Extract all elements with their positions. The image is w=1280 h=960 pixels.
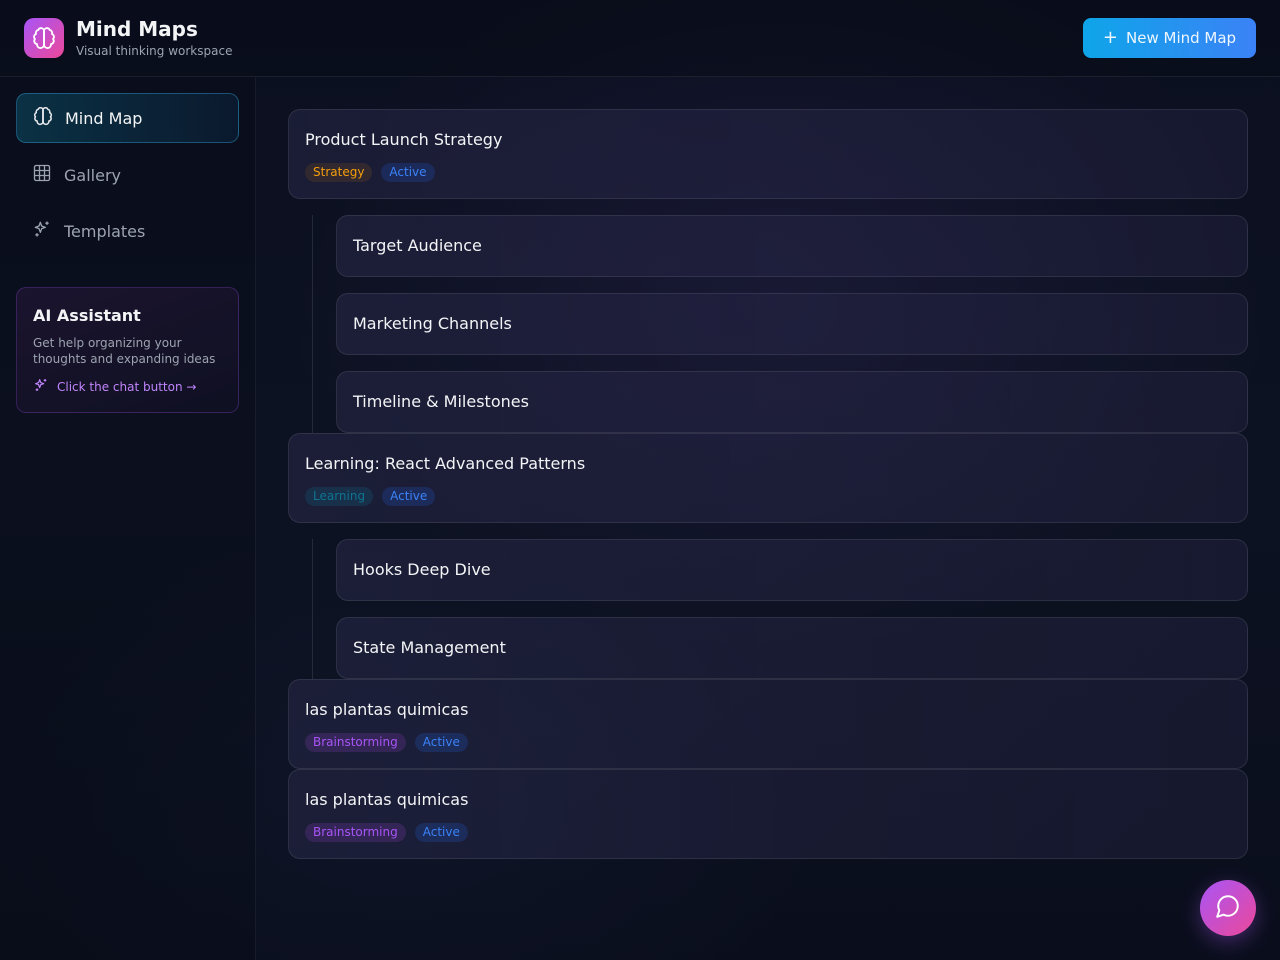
mind-map-card[interactable]: Learning: React Advanced Patterns Learni… bbox=[288, 433, 1248, 523]
sparkles-icon bbox=[33, 377, 49, 396]
node-title: Marketing Channels bbox=[353, 314, 512, 333]
mind-map-node-card[interactable]: Marketing Channels bbox=[336, 293, 1248, 355]
mind-map-title: las plantas quimicas bbox=[305, 790, 469, 809]
sidebar-item-label: Gallery bbox=[64, 165, 121, 185]
mind-map-card[interactable]: las plantas quimicas Brainstorming Activ… bbox=[288, 679, 1248, 769]
status-badge: Active bbox=[382, 487, 436, 506]
sidebar-item-label: Templates bbox=[64, 221, 146, 241]
mind-map-node-card[interactable]: Timeline & Milestones bbox=[336, 371, 1248, 433]
tag-list: Brainstorming Active bbox=[305, 823, 468, 842]
mind-map-title: Product Launch Strategy bbox=[305, 130, 503, 149]
new-mind-map-button[interactable]: + New Mind Map bbox=[1083, 18, 1256, 58]
category-tag: Learning bbox=[305, 487, 374, 506]
sidebar-item-templates[interactable]: Templates bbox=[16, 206, 239, 256]
status-badge: Active bbox=[414, 823, 468, 842]
mind-map-card[interactable]: Product Launch Strategy Strategy Active bbox=[288, 109, 1248, 199]
sidebar: Mind Map Gallery Templates AI Assistant … bbox=[0, 77, 256, 960]
ai-assistant-card: AI Assistant Get help organizing your th… bbox=[16, 287, 239, 413]
ai-assistant-title: AI Assistant bbox=[33, 306, 141, 325]
mind-map-node-card[interactable]: Hooks Deep Dive bbox=[336, 539, 1248, 601]
sidebar-item-mind-map[interactable]: Mind Map bbox=[16, 93, 239, 143]
mind-map-title: Learning: React Advanced Patterns bbox=[305, 454, 586, 473]
mind-map-title: las plantas quimicas bbox=[305, 700, 469, 719]
sidebar-item-gallery[interactable]: Gallery bbox=[16, 150, 239, 200]
category-tag: Strategy bbox=[305, 163, 373, 182]
category-tag: Brainstorming bbox=[305, 823, 406, 842]
node-title: Timeline & Milestones bbox=[353, 392, 529, 411]
chat-button[interactable] bbox=[1200, 880, 1256, 936]
node-title: State Management bbox=[353, 638, 506, 657]
ai-assistant-link: Click the chat button → bbox=[33, 377, 222, 396]
tag-list: Brainstorming Active bbox=[305, 733, 468, 752]
brain-logo-icon bbox=[24, 18, 64, 58]
ai-assistant-link-label: Click the chat button → bbox=[57, 379, 197, 394]
tag-list: Learning Active bbox=[305, 487, 436, 506]
tag-list: Strategy Active bbox=[305, 163, 435, 182]
ai-assistant-description: Get help organizing your thoughts and ex… bbox=[33, 336, 216, 366]
mind-map-card[interactable]: las plantas quimicas Brainstorming Activ… bbox=[288, 769, 1248, 859]
app-header: Mind Maps Visual thinking workspace + Ne… bbox=[0, 0, 1280, 77]
chat-bubble-icon bbox=[1215, 893, 1241, 923]
sparkles-icon bbox=[32, 219, 52, 243]
mind-map-node-card[interactable]: State Management bbox=[336, 617, 1248, 679]
status-badge: Active bbox=[414, 733, 468, 752]
sidebar-item-label: Mind Map bbox=[65, 108, 143, 128]
mind-map-node-card[interactable]: Target Audience bbox=[336, 215, 1248, 277]
tree-connector-line bbox=[312, 539, 313, 679]
new-mind-map-label: New Mind Map bbox=[1126, 29, 1237, 47]
category-tag: Brainstorming bbox=[305, 733, 406, 752]
status-badge: Active bbox=[381, 163, 435, 182]
brain-icon bbox=[33, 106, 53, 130]
node-title: Target Audience bbox=[353, 236, 482, 255]
tree-connector-line bbox=[312, 215, 313, 433]
app-subtitle: Visual thinking workspace bbox=[76, 44, 233, 58]
grid-icon bbox=[32, 163, 52, 187]
app-title: Mind Maps bbox=[76, 17, 198, 41]
plus-icon: + bbox=[1102, 27, 1119, 48]
node-title: Hooks Deep Dive bbox=[353, 560, 491, 579]
